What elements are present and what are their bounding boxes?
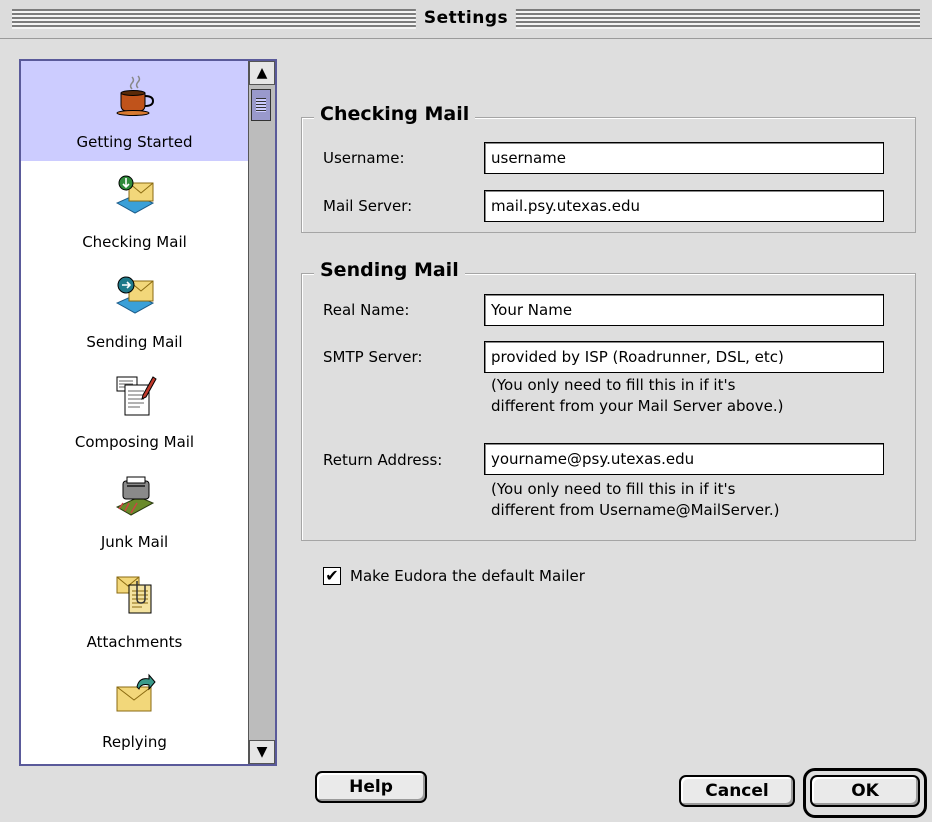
scroll-down-arrow-icon[interactable]: ▼ [249, 740, 275, 764]
scroll-thumb[interactable] [251, 89, 271, 121]
smtp-note-line-2: different from your Mail Server above.) [491, 397, 784, 415]
username-field[interactable] [484, 142, 884, 174]
ok-button[interactable]: OK [810, 775, 920, 807]
sidebar-item-label: Checking Mail [82, 233, 187, 251]
sending-mail-title: Sending Mail [314, 259, 465, 281]
default-mailer-label[interactable]: Make Eudora the default Mailer [350, 567, 585, 585]
sidebar-item-replying[interactable]: Replying [21, 661, 248, 761]
real-name-field[interactable] [484, 294, 884, 326]
settings-category-list: Getting Started Checking Mail Sending Ma… [19, 59, 277, 766]
mail-server-field[interactable] [484, 190, 884, 222]
checking-mail-title: Checking Mail [314, 103, 476, 125]
sidebar-item-sending-mail[interactable]: Sending Mail [21, 261, 248, 361]
checkmark-icon: ✔ [325, 566, 339, 585]
coffee-cup-icon [116, 75, 154, 116]
real-name-label: Real Name: [323, 301, 410, 319]
default-mailer-row[interactable]: ✔ Make Eudora the default Mailer [323, 567, 585, 585]
attachments-icon [116, 576, 151, 614]
sidebar-item-label: Attachments [86, 633, 183, 651]
sidebar-item-composing-mail[interactable]: Composing Mail [21, 361, 248, 461]
checking-mail-icon [115, 175, 154, 214]
return-address-label: Return Address: [323, 451, 443, 469]
smtp-server-label: SMTP Server: [323, 348, 423, 366]
replying-icon [116, 673, 156, 712]
sending-mail-icon [115, 276, 154, 314]
window-title: Settings [415, 4, 517, 32]
sidebar-item-label: Composing Mail [74, 433, 195, 451]
sidebar-item-label: Replying [102, 733, 167, 751]
return-note-line-1: (You only need to fill this in if it's [491, 480, 736, 498]
return-address-field[interactable] [484, 443, 884, 475]
title-bar[interactable]: Settings [0, 0, 932, 39]
scroll-up-arrow-icon[interactable]: ▲ [249, 61, 275, 85]
return-note-line-2: different from Username@MailServer.) [491, 501, 780, 519]
sidebar-item-getting-started[interactable]: Getting Started [21, 61, 248, 161]
composing-mail-icon [116, 376, 157, 416]
username-label: Username: [323, 149, 405, 167]
sidebar-item-label: Junk Mail [100, 533, 169, 551]
help-button[interactable]: Help [315, 771, 427, 803]
sidebar-item-label: Getting Started [76, 133, 193, 151]
sidebar-scrollbar[interactable]: ▲ ▼ [248, 61, 275, 764]
smtp-note-line-1: (You only need to fill this in if it's [491, 376, 736, 394]
sidebar-item-attachments[interactable]: Attachments [21, 561, 248, 661]
junk-mail-icon [115, 476, 154, 516]
mail-server-label: Mail Server: [323, 197, 413, 215]
sidebar-item-label: Sending Mail [86, 333, 183, 351]
cancel-button[interactable]: Cancel [679, 775, 795, 807]
sidebar-item-checking-mail[interactable]: Checking Mail [21, 161, 248, 261]
default-mailer-checkbox[interactable]: ✔ [323, 567, 341, 585]
smtp-server-field[interactable] [484, 341, 884, 373]
sidebar-item-junk-mail[interactable]: Junk Mail [21, 461, 248, 561]
category-list-content: Getting Started Checking Mail Sending Ma… [21, 61, 248, 764]
